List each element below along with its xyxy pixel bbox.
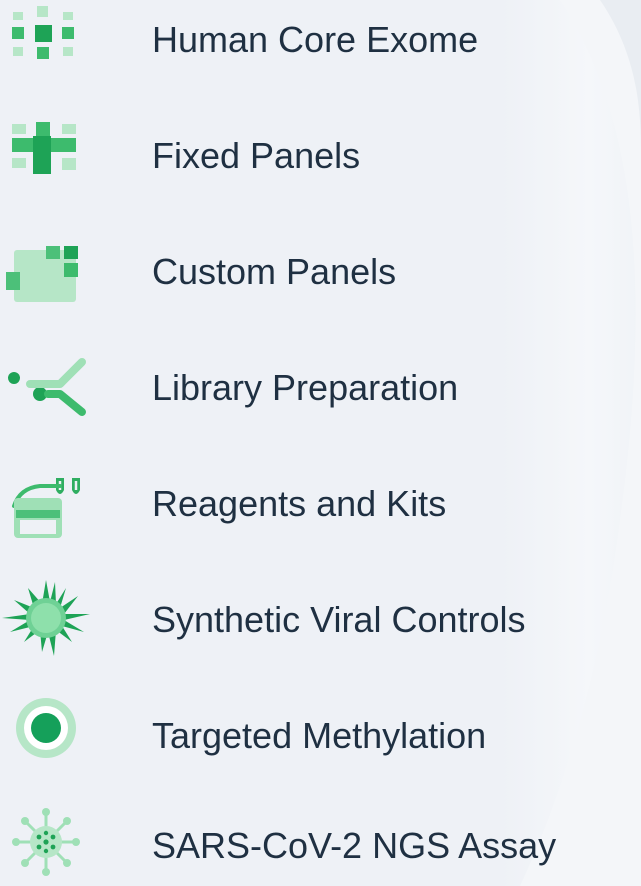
forked-strands-icon [0,348,100,428]
stacked-blocks-icon [0,232,100,312]
menu-item-label: Custom Panels [152,251,397,292]
menu-item-custom-panels[interactable]: Custom Panels [0,232,641,312]
menu-item-label: Human Core Exome [152,19,479,60]
menu-item-label: Targeted Methylation [152,715,487,756]
menu-item-fixed-panels[interactable]: Fixed Panels [0,116,641,196]
menu-item-label: SARS-CoV-2 NGS Assay [152,825,557,866]
menu-item-sars-cov-2-ngs-assay[interactable]: SARS-CoV-2 NGS Assay [0,806,641,886]
menu-item-reagents-and-kits[interactable]: Reagents and Kits [0,464,641,544]
spiky-virus-icon [0,580,100,660]
product-menu: Human Core Exome Fixed Panels Custom Pan… [0,0,641,886]
grid-squares-icon [0,0,100,80]
reagent-tray-icon [0,464,100,544]
menu-item-label: Reagents and Kits [152,483,447,524]
plus-squares-icon [0,116,100,196]
menu-item-synthetic-viral-controls[interactable]: Synthetic Viral Controls [0,580,641,660]
menu-item-label: Fixed Panels [152,135,361,176]
menu-item-label: Library Preparation [152,367,459,408]
menu-item-human-core-exome[interactable]: Human Core Exome [0,0,641,80]
menu-item-library-preparation[interactable]: Library Preparation [0,348,641,428]
target-ring-icon [0,696,100,776]
menu-item-targeted-methylation[interactable]: Targeted Methylation [0,696,641,776]
coronavirus-icon [0,806,100,886]
menu-item-label: Synthetic Viral Controls [152,599,526,640]
